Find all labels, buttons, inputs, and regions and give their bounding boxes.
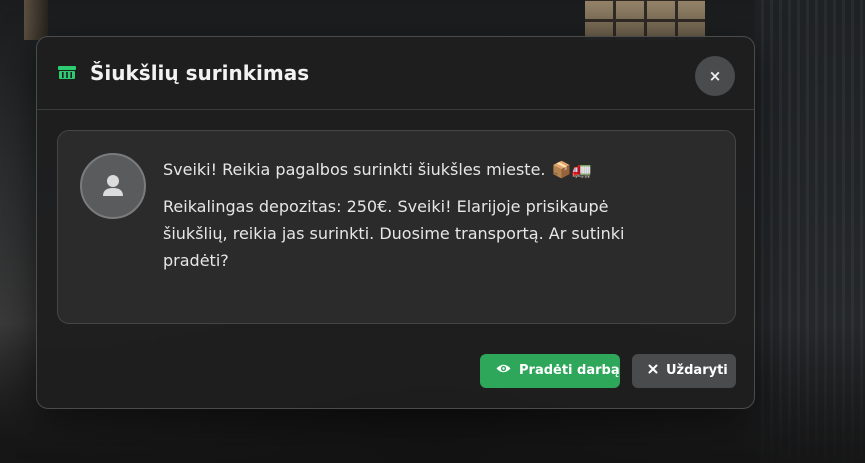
eye-icon bbox=[496, 354, 511, 388]
background-window bbox=[585, 0, 705, 40]
job-dialog: Šiukšlių surinkimas × Sveiki! Reikia pag… bbox=[36, 36, 755, 409]
message-greeting: Sveiki! Reikia pagalbos surinkti šiukšle… bbox=[163, 156, 723, 183]
package-truck-emoji: 📦🚛 bbox=[551, 160, 592, 179]
background-post bbox=[24, 0, 48, 40]
dialog-header: Šiukšlių surinkimas × bbox=[37, 37, 754, 110]
dismiss-label: Uždaryti bbox=[666, 363, 728, 378]
start-job-label: Pradėti darbą bbox=[519, 363, 620, 378]
close-button[interactable]: × bbox=[695, 56, 735, 96]
message-details: Reikalingas depozitas: 250€. Sveiki! Ela… bbox=[163, 197, 625, 270]
user-icon bbox=[103, 175, 123, 196]
message-greeting-text: Sveiki! Reikia pagalbos surinkti šiukšle… bbox=[163, 160, 546, 179]
message-text: Sveiki! Reikia pagalbos surinkti šiukšle… bbox=[163, 156, 723, 274]
dumpster-icon bbox=[57, 65, 77, 81]
message-card: Sveiki! Reikia pagalbos surinkti šiukšle… bbox=[57, 130, 736, 324]
avatar bbox=[80, 153, 146, 219]
dialog-title: Šiukšlių surinkimas bbox=[90, 61, 310, 85]
close-icon bbox=[648, 354, 658, 388]
dismiss-button[interactable]: Uždaryti bbox=[632, 354, 736, 388]
start-job-button[interactable]: Pradėti darbą bbox=[480, 354, 620, 388]
